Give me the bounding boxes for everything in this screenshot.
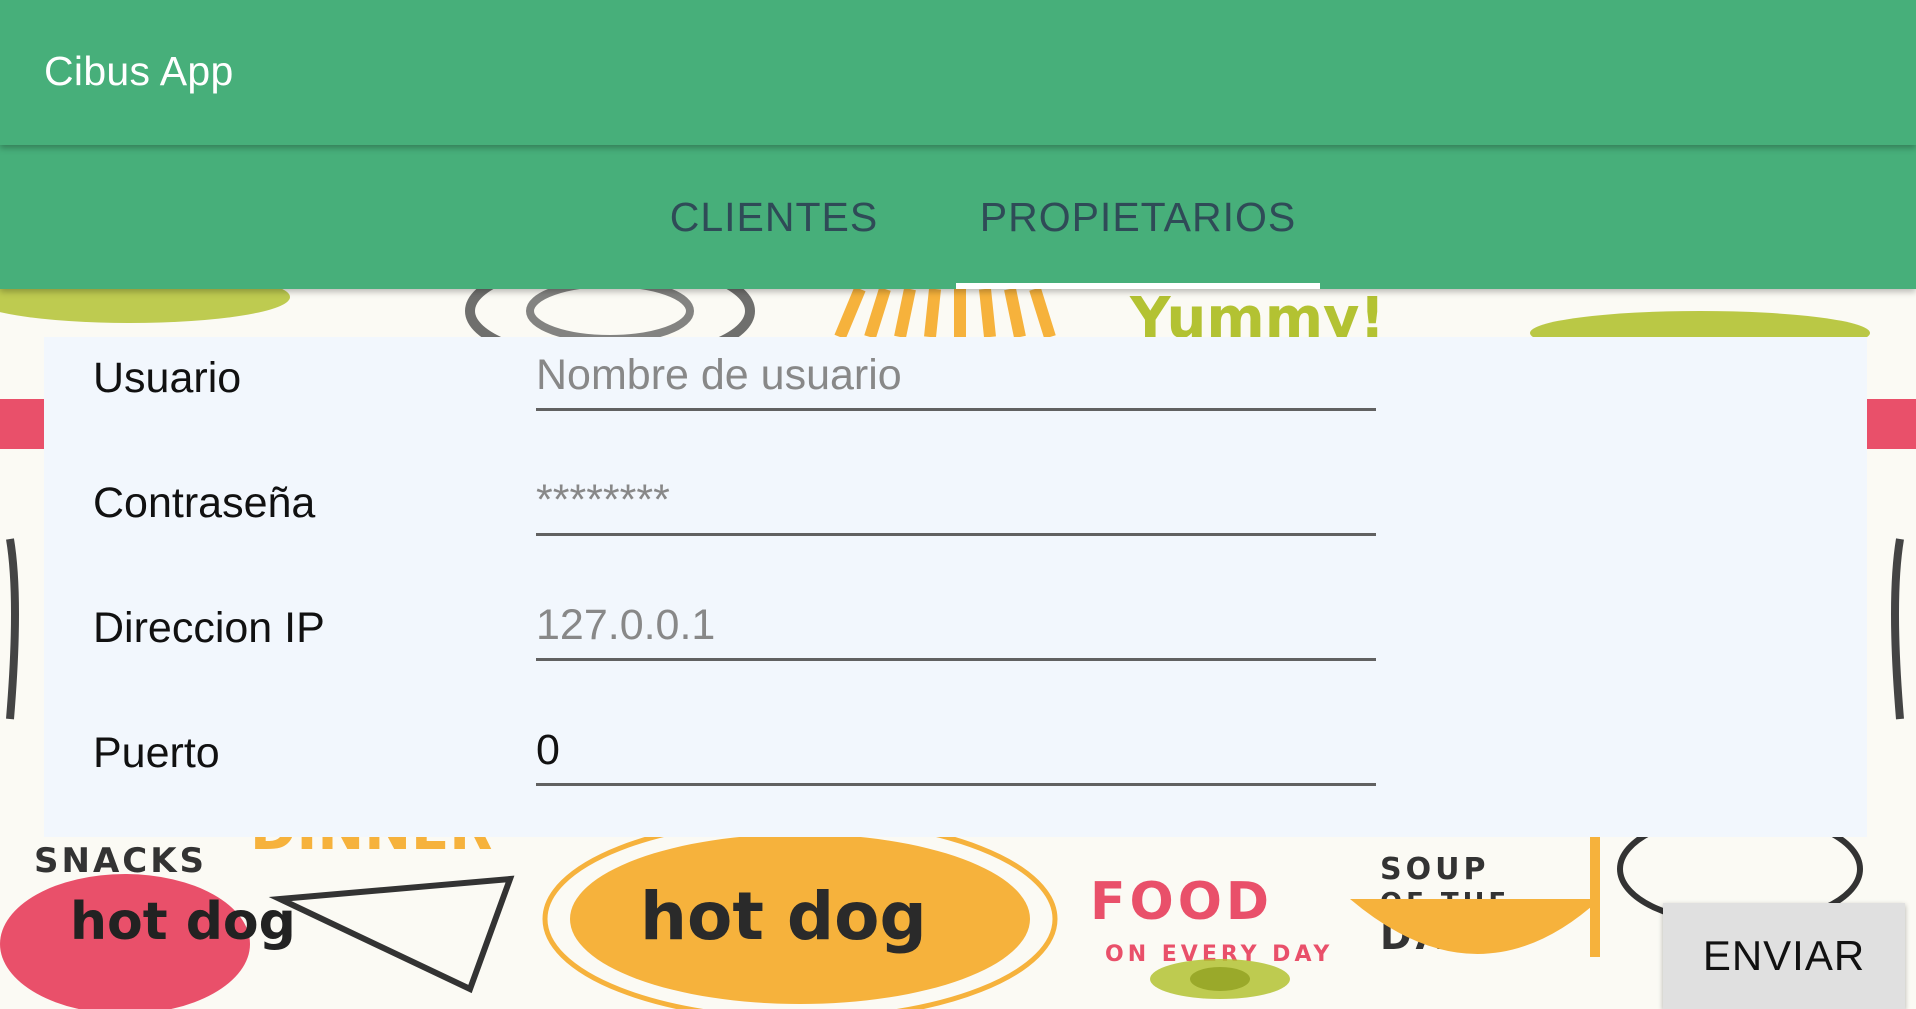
login-form-panel: Usuario Nombre de usuario Contraseña ***… xyxy=(44,337,1867,837)
tab-propietarios[interactable]: PROPIETARIOS xyxy=(956,145,1320,289)
username-field[interactable]: Nombre de usuario xyxy=(536,346,1376,411)
port-field[interactable]: 0 xyxy=(536,721,1376,786)
app-title: Cibus App xyxy=(44,48,234,94)
ip-row: Direccion IP 127.0.0.1 xyxy=(44,587,1867,687)
deco-food-text: FOOD xyxy=(1090,872,1273,932)
username-placeholder: Nombre de usuario xyxy=(536,351,902,399)
tab-clientes[interactable]: CLIENTES xyxy=(653,145,895,289)
username-label: Usuario xyxy=(93,354,242,402)
ip-placeholder: 127.0.0.1 xyxy=(536,601,716,649)
ip-label: Direccion IP xyxy=(93,604,325,652)
port-row: Puerto 0 xyxy=(44,712,1867,812)
password-placeholder: ******** xyxy=(536,476,670,524)
tab-bar: CLIENTES PROPIETARIOS xyxy=(0,145,1916,289)
tab-selected-indicator xyxy=(956,283,1320,289)
password-field[interactable]: ******** xyxy=(536,471,1376,536)
deco-soup-text: SOUP xyxy=(1380,852,1489,887)
deco-hotdog-small-text: hot dog xyxy=(70,892,296,952)
app-bar: Cibus App xyxy=(0,0,1916,145)
send-button[interactable]: ENVIAR xyxy=(1663,903,1905,1009)
port-value: 0 xyxy=(536,726,560,774)
password-row: Contraseña ******** xyxy=(44,462,1867,562)
username-row: Usuario Nombre de usuario xyxy=(44,337,1867,437)
password-label: Contraseña xyxy=(93,479,316,527)
deco-hotdog-text: hot dog xyxy=(640,878,927,955)
ip-field[interactable]: 127.0.0.1 xyxy=(536,596,1376,661)
port-label: Puerto xyxy=(93,729,220,777)
